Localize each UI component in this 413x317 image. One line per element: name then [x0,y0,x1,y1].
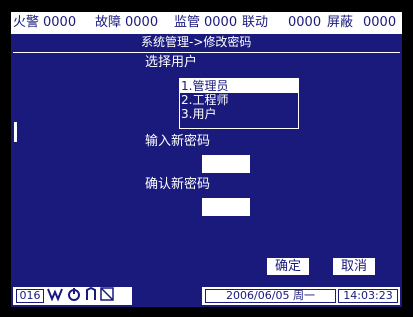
cancel-button[interactable]: 取消 [333,258,375,275]
supervise-label: 监管 [174,15,201,30]
linkage-count: 0000 [288,15,322,30]
linkage-label: 联动 [242,15,269,30]
new-password-label: 输入新密码 [145,134,211,149]
device-code: 016 [16,289,44,303]
new-password-field[interactable] [202,155,250,173]
user-option-user[interactable]: 3.用户 [180,107,298,121]
shield-label: 屏蔽 [327,15,354,30]
lcd-screen: 火警 0000 故障 0000 监管 0000 联动 0000 屏蔽 0000 … [11,12,402,307]
supervise-count: 0000 [204,15,238,30]
wifi-icon [47,287,63,306]
select-user-label: 选择用户 [145,55,198,70]
confirm-password-label: 确认新密码 [145,177,211,192]
time-display: 14:03:23 [338,289,398,303]
confirm-password-field[interactable] [202,198,250,216]
fire-label: 火警 [13,15,40,30]
shield-count: 0000 [363,15,397,30]
scroll-marker [14,122,17,142]
user-listbox[interactable]: 1.管理员 2.工程师 3.用户 [179,78,299,129]
user-option-admin[interactable]: 1.管理员 [180,79,298,93]
battery-icon [85,286,97,306]
fault-count: 0000 [125,15,159,30]
status-bar-right: 2006/06/05 周一 14:03:23 [202,287,400,305]
ok-button[interactable]: 确定 [267,258,309,275]
status-bar-left: 016 [13,286,132,306]
fire-count: 0000 [43,15,77,30]
power-icon [66,287,82,306]
title-divider [13,52,400,53]
page-title: 系统管理->修改密码 [141,35,252,49]
slash-icon [100,286,114,306]
date-display: 2006/06/05 周一 [205,289,336,303]
counter-bar: 火警 0000 故障 0000 监管 0000 联动 0000 屏蔽 0000 [11,12,402,34]
user-option-engineer[interactable]: 2.工程师 [180,93,298,107]
fault-label: 故障 [95,15,122,30]
status-icons [47,286,114,306]
